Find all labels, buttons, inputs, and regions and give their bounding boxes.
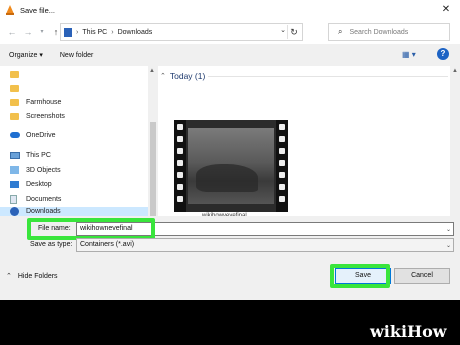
hide-folders-toggle[interactable]: ⌃ Hide Folders bbox=[6, 272, 58, 281]
sidebar-item-folder[interactable] bbox=[10, 68, 26, 80]
download-icon bbox=[10, 207, 19, 216]
hide-folders-label: Hide Folders bbox=[17, 272, 58, 280]
document-icon bbox=[10, 194, 17, 204]
sidebar-item-screenshots[interactable]: Screenshots bbox=[10, 110, 65, 122]
filename-highlight bbox=[27, 218, 155, 240]
desktop-icon bbox=[10, 180, 19, 188]
filename-dropdown-icon[interactable]: ⌄ bbox=[446, 224, 451, 236]
search-input[interactable]: ⌕ Search Downloads bbox=[328, 23, 450, 41]
sidebar-item-farmhouse[interactable]: Farmhouse bbox=[10, 96, 61, 108]
group-header-today[interactable]: ⌃ Today (1) bbox=[160, 71, 205, 81]
cancel-button[interactable]: Cancel bbox=[394, 268, 450, 284]
sidebar-item-3d-objects[interactable]: 3D Objects bbox=[10, 164, 61, 176]
sidebar-item-label: This PC bbox=[26, 151, 51, 159]
forward-arrow-icon[interactable]: → bbox=[22, 24, 34, 40]
savetype-dropdown-icon[interactable]: ⌄ bbox=[446, 240, 451, 252]
cube-icon bbox=[10, 166, 19, 174]
breadcrumb-separator-icon: › bbox=[111, 28, 114, 36]
breadcrumb-downloads[interactable]: Downloads bbox=[118, 29, 153, 36]
cloud-icon bbox=[10, 132, 20, 138]
address-bar[interactable]: › This PC › Downloads ⌄ ↻ bbox=[60, 23, 303, 41]
film-strip-right bbox=[276, 120, 288, 212]
breadcrumb-this-pc[interactable]: This PC bbox=[82, 29, 107, 36]
navigation-pane: Farmhouse Screenshots OneDrive This PC 3… bbox=[0, 66, 158, 216]
search-placeholder: Search Downloads bbox=[349, 28, 409, 36]
recent-locations-chevron-icon[interactable]: ▾ bbox=[36, 24, 48, 40]
scroll-up-arrow-icon[interactable]: ▲ bbox=[452, 68, 458, 74]
collapse-chevron-icon[interactable]: ⌃ bbox=[160, 72, 166, 80]
toolbar: Organize ▾ New folder ▦ ▾ ? bbox=[0, 44, 460, 66]
sidebar-item-label: Farmhouse bbox=[26, 98, 62, 106]
video-frame-preview bbox=[188, 128, 274, 204]
file-list: ⌃ Today (1) bbox=[158, 66, 460, 219]
sidebar-item-desktop[interactable]: Desktop bbox=[10, 178, 52, 190]
sidebar-item-documents[interactable]: Documents bbox=[10, 193, 61, 205]
vlc-cone-icon bbox=[6, 5, 14, 15]
address-row: ← → ▾ ↑ › This PC › Downloads ⌄ ↻ ⌕ Sear… bbox=[0, 20, 460, 44]
group-divider bbox=[208, 76, 448, 77]
save-file-dialog: Save file... ✕ ← → ▾ ↑ › This PC › Downl… bbox=[0, 0, 460, 300]
wikihow-watermark: wikiHow bbox=[370, 322, 447, 341]
download-location-icon bbox=[64, 27, 72, 37]
folder-icon bbox=[10, 98, 19, 106]
sidebar-item-onedrive[interactable]: OneDrive bbox=[10, 129, 56, 141]
close-icon[interactable]: ✕ bbox=[440, 4, 452, 16]
savetype-value: Containers (*.avi) bbox=[80, 241, 135, 248]
sidebar-item-label: Downloads bbox=[26, 208, 61, 215]
folder-icon bbox=[10, 112, 19, 120]
sidebar-item-label: Desktop bbox=[26, 180, 52, 188]
scroll-up-arrow-icon[interactable]: ▲ bbox=[149, 68, 155, 74]
breadcrumb-separator-icon: › bbox=[76, 28, 79, 36]
sidebar-scrollbar-thumb[interactable] bbox=[150, 122, 156, 218]
file-list-scrollbar[interactable]: ▲ bbox=[450, 66, 460, 216]
sidebar-item-this-pc[interactable]: This PC bbox=[10, 149, 51, 161]
savetype-select[interactable]: Containers (*.avi) ⌄ bbox=[76, 238, 454, 252]
view-options-icon[interactable]: ▦ ▾ bbox=[402, 50, 416, 59]
sidebar-item-downloads[interactable]: Downloads bbox=[0, 207, 148, 216]
sidebar-item-label: Screenshots bbox=[26, 112, 65, 120]
sidebar-item-label: Documents bbox=[26, 195, 62, 203]
refresh-icon[interactable]: ↻ bbox=[287, 25, 300, 39]
folder-icon bbox=[10, 84, 19, 92]
new-folder-button[interactable]: New folder bbox=[60, 52, 93, 59]
group-label: Today (1) bbox=[169, 71, 206, 81]
collapse-chevron-icon: ⌃ bbox=[6, 273, 12, 280]
sidebar-item-label: 3D Objects bbox=[26, 166, 61, 174]
savetype-label: Save as type: bbox=[30, 241, 73, 248]
back-arrow-icon[interactable]: ← bbox=[6, 24, 18, 40]
window-title: Save file... bbox=[20, 5, 56, 15]
organize-button[interactable]: Organize ▾ bbox=[9, 51, 43, 59]
search-icon: ⌕ bbox=[338, 27, 343, 36]
title-bar: Save file... ✕ bbox=[0, 0, 460, 20]
help-icon[interactable]: ? bbox=[437, 48, 449, 60]
video-file-thumbnail[interactable] bbox=[174, 120, 288, 212]
computer-icon bbox=[10, 151, 20, 159]
address-dropdown-icon[interactable]: ⌄ bbox=[280, 26, 286, 34]
folder-icon bbox=[10, 70, 19, 78]
film-strip-left bbox=[174, 120, 186, 212]
sidebar-scrollbar[interactable]: ▲ bbox=[148, 66, 158, 218]
sidebar-item-folder[interactable] bbox=[10, 82, 26, 94]
save-form: File name: wikihownevefinal ⌄ Save as ty… bbox=[0, 216, 460, 300]
save-highlight bbox=[330, 264, 390, 288]
sidebar-item-label: OneDrive bbox=[26, 131, 56, 139]
